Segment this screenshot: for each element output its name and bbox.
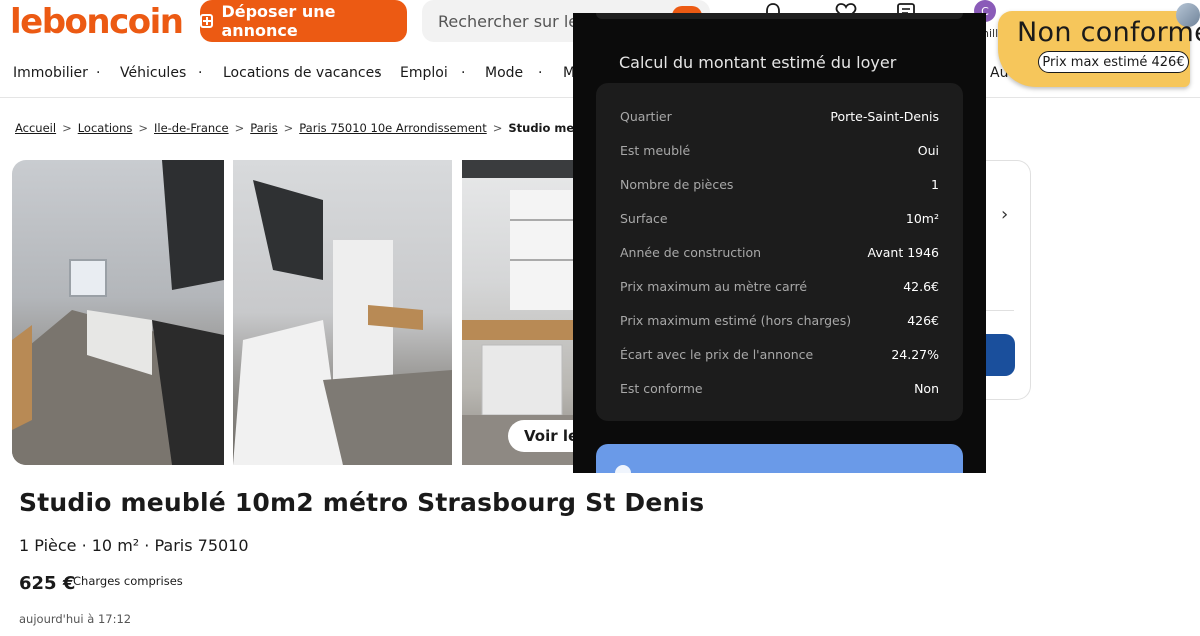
listing-date: aujourd'hui à 17:12 [19,612,132,626]
contact-button[interactable] [986,334,1015,376]
detail-label: Écart avec le prix de l'annonce [620,346,814,362]
detail-value: 10m² [905,210,939,226]
max-price-pill: Prix max estimé 426€ [1038,51,1189,73]
detail-row: Est meublé Oui [620,140,939,160]
nav-separator: · [96,65,101,81]
nav-separator: · [461,65,466,81]
breadcrumb-separator: > [234,121,245,135]
breadcrumb-separator: > [283,121,294,135]
breadcrumb-paris[interactable]: Paris [250,121,277,135]
detail-label: Nombre de pièces [620,176,734,192]
nav-item-immobilier[interactable]: Immobilier [13,65,88,81]
detail-label: Prix maximum au mètre carré [620,278,808,294]
rent-details-box: Quartier Porte-Saint-Denis Est meublé Ou… [596,83,963,421]
detail-value: 42.6€ [903,278,939,294]
breadcrumb-separator: > [492,121,503,135]
detail-label: Prix maximum estimé (hors charges) [620,312,852,328]
breadcrumb-accueil[interactable]: Accueil [15,121,56,135]
breadcrumb: Accueil > Locations > Ile-de-France > Pa… [15,121,642,135]
detail-label: Est conforme [620,380,703,396]
detail-value: 1 [931,176,939,192]
breadcrumb-paris-75010[interactable]: Paris 75010 10e Arrondissement [299,121,486,135]
breadcrumb-separator: > [62,121,72,135]
nav-separator: · [376,65,381,81]
detail-row: Surface 10m² [620,208,939,228]
detail-row: Prix maximum estimé (hors charges) 426€ [620,310,939,330]
detail-value: Non [914,380,939,396]
breadcrumb-locations[interactable]: Locations [78,121,133,135]
photo-2-illustration [233,180,452,465]
detail-row: Année de construction Avant 1946 [620,242,939,262]
detail-row: Nombre de pièces 1 [620,174,939,194]
charges-label: Charges comprises [73,574,183,588]
post-ad-label: Déposer une annonce [221,2,336,40]
nav-item-mode[interactable]: Mode [485,65,523,81]
photo-1-illustration [12,160,224,465]
detail-row: Prix maximum au mètre carré 42.6€ [620,276,939,296]
detail-label: Est meublé [620,142,691,158]
listing-title: Studio meublé 10m2 métro Strasbourg St D… [19,488,705,517]
chevron-right-icon[interactable]: › [1001,204,1008,225]
detail-row: Est conforme Non [620,378,939,398]
listing-price: 625 € [19,573,76,594]
leboncoin-logo[interactable]: leboncoin [10,2,184,42]
detail-label: Quartier [620,108,672,124]
compliance-status: Non conforme [1017,17,1200,48]
detail-value: Porte-Saint-Denis [830,108,939,124]
detail-value: 426€ [907,312,939,328]
detail-value: Avant 1946 [867,244,939,260]
plus-square-icon [200,14,214,28]
nav-item-locations-vacances[interactable]: Locations de vacances [223,65,382,81]
nav-item-vehicules[interactable]: Véhicules [120,65,186,81]
info-banner [596,444,963,473]
nav-separator: · [538,65,543,81]
listing-subtitle: 1 Pièce · 10 m² · Paris 75010 [19,536,249,555]
panel-top-tab [596,13,963,19]
panel-title: Calcul du montant estimé du loyer [619,53,897,72]
listing-photo-1[interactable] [12,160,224,465]
detail-label: Surface [620,210,668,226]
nav-separator: · [198,65,203,81]
nav-item-emploi[interactable]: Emploi [400,65,448,81]
rent-estimate-panel: Calcul du montant estimé du loyer Quarti… [573,13,986,473]
breadcrumb-ile-de-france[interactable]: Ile-de-France [154,121,229,135]
detail-row: Quartier Porte-Saint-Denis [620,106,939,126]
detail-row: Écart avec le prix de l'annonce 24.27% [620,344,939,364]
detail-value: 24.27% [891,346,939,362]
detail-label: Année de construction [620,244,762,260]
post-ad-button[interactable]: Déposer une annonce [200,0,407,42]
seller-card-divider [986,310,1014,311]
detail-value: Oui [917,142,939,158]
breadcrumb-separator: > [138,121,148,135]
listing-photo-2[interactable] [233,160,452,465]
